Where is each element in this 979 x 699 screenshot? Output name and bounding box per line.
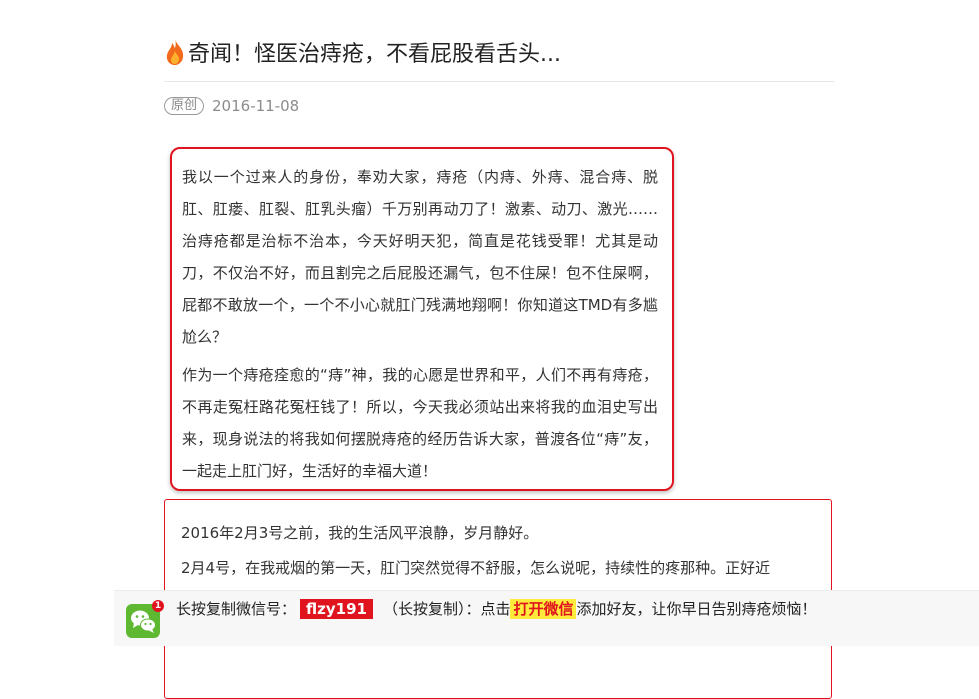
story-paragraph-2: 2月4号，在我戒烟的第一天，肛门突然觉得不舒服，怎么说呢，持续性的疼那种。正好近 bbox=[181, 559, 771, 577]
copy-hint: （长按复制）：点击 bbox=[382, 600, 511, 618]
wechat-id[interactable]: flzy191 bbox=[300, 599, 373, 619]
title-divider bbox=[164, 81, 834, 82]
article-title: 奇闻！怪医治痔疮，不看屁股看舌头... bbox=[164, 38, 834, 71]
notification-badge: 1 bbox=[152, 600, 164, 612]
intro-paragraph-1: 我以一个过来人的身份，奉劝大家，痔疮（内痔、外痔、混合痔、脱肛、肛瘘、肛裂、肛乳… bbox=[182, 168, 658, 346]
article-title-text: 奇闻！怪医治痔疮，不看屁股看舌头... bbox=[188, 42, 561, 67]
promo-prefix: 长按复制微信号： bbox=[176, 600, 297, 618]
article-meta: 原创 2016-11-08 bbox=[164, 95, 299, 117]
story-paragraph-1: 2016年2月3号之前，我的生活风平浪静，岁月静好。 bbox=[181, 524, 539, 542]
original-tag: 原创 bbox=[164, 97, 205, 115]
intro-box: 我以一个过来人的身份，奉劝大家，痔疮（内痔、外痔、混合痔、脱肛、肛瘘、肛裂、肛乳… bbox=[170, 147, 674, 491]
intro-paragraph-2: 作为一个痔疮痊愈的“痔”神，我的心愿是世界和平，人们不再有痔疮，不再走冤枉路花冤… bbox=[182, 366, 658, 480]
promo-suffix: 添加好友，让你早日告别痔疮烦恼！ bbox=[576, 600, 817, 618]
flame-icon bbox=[166, 39, 184, 65]
publish-date: 2016-11-08 bbox=[212, 97, 300, 115]
wechat-promo-bar: 1 长按复制微信号： flzy191 （长按复制）：点击 打开微信 添加好友，让你早日告… bbox=[114, 590, 979, 646]
promo-text: 长按复制微信号： flzy191 （长按复制）：点击 打开微信 添加好友，让你早日告别痔… bbox=[176, 597, 817, 621]
open-wechat-button[interactable]: 打开微信 bbox=[510, 599, 577, 619]
